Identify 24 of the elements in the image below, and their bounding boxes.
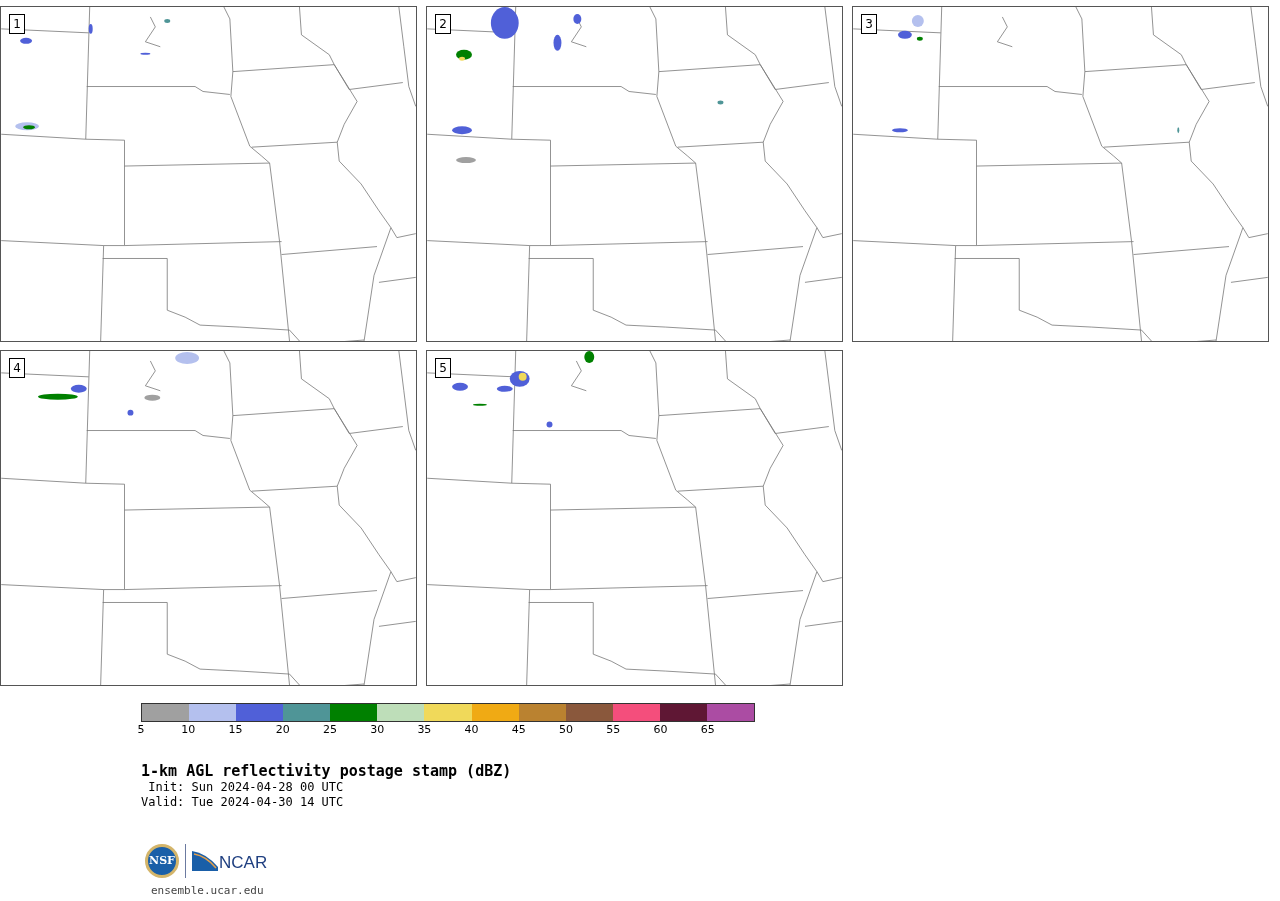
tick-label: 25 xyxy=(322,723,337,737)
tick-label: 60 xyxy=(653,723,668,737)
nsf-logo: NSF xyxy=(145,844,179,878)
tick-label: 65 xyxy=(700,723,715,737)
panel-number: 1 xyxy=(9,14,25,34)
panel-number: 4 xyxy=(9,358,25,378)
init-time: Init: Sun 2024-04-28 00 UTC xyxy=(147,780,345,795)
tick-label: 55 xyxy=(606,723,621,737)
chart-title: 1-km AGL reflectivity postage stamp (dBZ) xyxy=(141,762,513,780)
tick-label: 35 xyxy=(417,723,432,737)
valid-time: Valid: Tue 2024-04-30 14 UTC xyxy=(141,795,345,810)
ncar-logo: NCAR xyxy=(192,851,268,871)
website-url: ensemble.ucar.edu xyxy=(151,883,265,899)
tick-label: 50 xyxy=(559,723,574,737)
tick-label: 20 xyxy=(275,723,290,737)
panel-number: 2 xyxy=(435,14,451,34)
tick-label: 10 xyxy=(181,723,196,737)
tick-label: 5 xyxy=(137,723,145,737)
tick-label: 15 xyxy=(228,723,243,737)
panel-number: 5 xyxy=(435,358,451,378)
tick-label: 30 xyxy=(370,723,385,737)
tick-label: 40 xyxy=(464,723,479,737)
tick-label: 45 xyxy=(511,723,526,737)
panel-number: 3 xyxy=(861,14,877,34)
